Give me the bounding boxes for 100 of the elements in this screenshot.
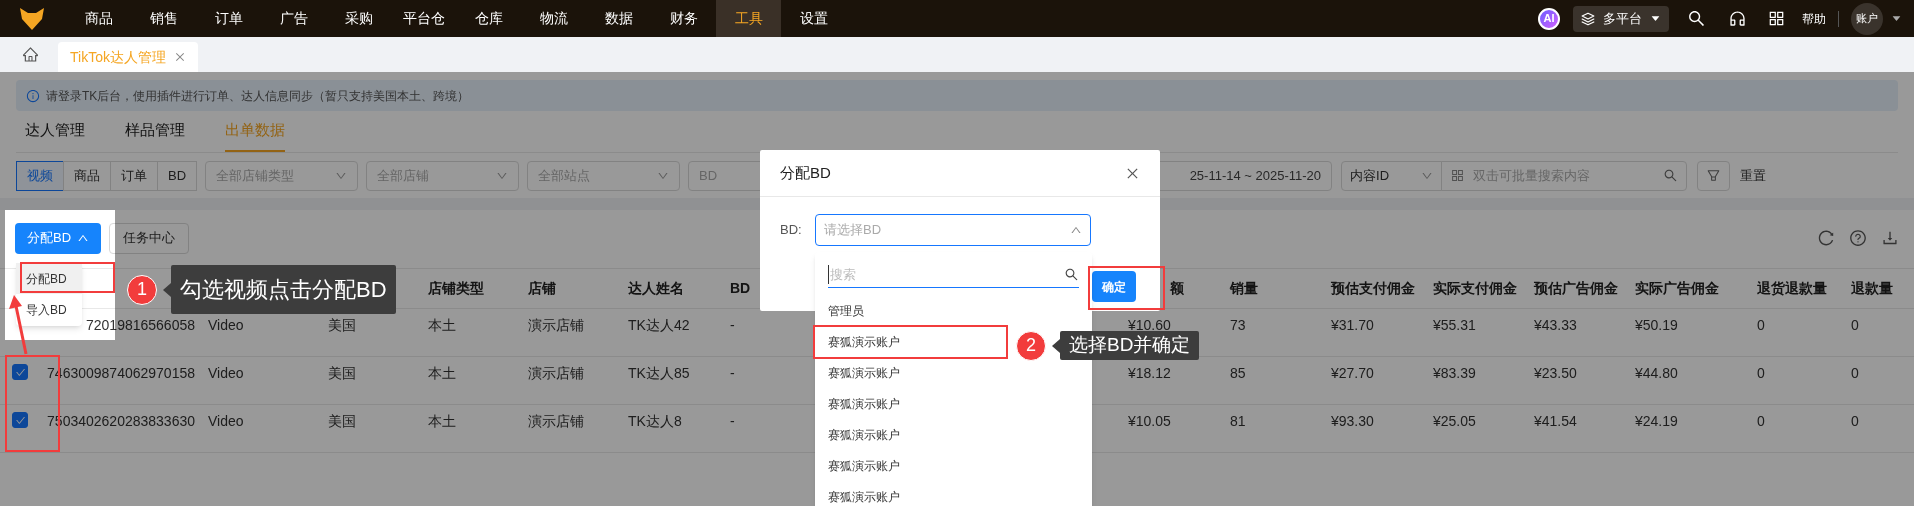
table-cell-text: Video: [208, 412, 244, 431]
table-cell-text: ¥10.05: [1128, 412, 1171, 431]
row-checkbox[interactable]: [12, 364, 28, 380]
table-cell-text: 0: [1851, 364, 1859, 383]
table-cell-text: 演示店铺: [528, 364, 584, 383]
help-link[interactable]: 帮助: [1802, 9, 1826, 28]
table-cell-text: ¥24.19: [1635, 412, 1678, 431]
grid-icon[interactable]: [1767, 9, 1786, 28]
nav-item[interactable]: 广告: [261, 0, 326, 37]
reset-link[interactable]: 重置: [1740, 165, 1767, 186]
table-cell-text: ¥31.70: [1331, 316, 1374, 335]
dropdown-option[interactable]: 赛狐演示账户: [824, 392, 904, 415]
table-cell-text: ¥55.31: [1433, 316, 1476, 335]
nav-item[interactable]: 商品: [66, 0, 131, 37]
row-checkbox[interactable]: [12, 412, 28, 428]
table-cell-text: ¥41.54: [1534, 412, 1577, 431]
nav-item[interactable]: 销售: [131, 0, 196, 37]
table-cell-text: Video: [208, 316, 244, 335]
fox-logo-icon[interactable]: [19, 6, 45, 31]
column-header: 预估广告佣金: [1534, 279, 1618, 298]
table-cell-text: ¥93.30: [1331, 412, 1374, 431]
menu-item[interactable]: 导入BD: [16, 294, 82, 325]
table-cell-text: 0: [1757, 364, 1765, 383]
assign-bd-button[interactable]: 分配BD: [15, 222, 102, 254]
search-icon: [1064, 267, 1079, 282]
table-cell-text: 本土: [428, 412, 456, 431]
dropdown-option[interactable]: 赛狐演示账户: [824, 361, 904, 384]
headset-icon[interactable]: [1728, 9, 1747, 28]
column-header: 店铺: [528, 279, 556, 298]
table-cell-text: 演示店铺: [528, 412, 584, 431]
column-header: 实际支付佣金: [1433, 279, 1517, 298]
filter-button[interactable]: [1697, 160, 1731, 191]
check-icon: [14, 414, 26, 426]
step-callout: 勾选视频点击分配BD: [163, 265, 396, 314]
table-cell-text: Video: [208, 364, 244, 383]
filter-icon: [1706, 168, 1722, 183]
task-center-button[interactable]: 任务中心: [109, 222, 190, 254]
chevron-up-icon: [1070, 224, 1082, 236]
table-cell-text: 73: [1230, 316, 1246, 335]
segment-button[interactable]: BD: [157, 160, 198, 191]
table-cell-text: ¥83.39: [1433, 364, 1476, 383]
table-cell-text: ¥44.80: [1635, 364, 1678, 383]
search-icon[interactable]: [1687, 9, 1706, 28]
table-cell-text: 85: [1230, 364, 1246, 383]
table-cell-text: ¥18.12: [1128, 364, 1171, 383]
column-header: 退款量: [1851, 279, 1893, 298]
platform-dropdown[interactable]: 多平台: [1573, 5, 1669, 32]
download-icon[interactable]: [1881, 229, 1899, 247]
nav-item[interactable]: 平台仓: [391, 0, 456, 37]
dropdown-option[interactable]: 赛狐演示账户: [824, 330, 904, 353]
segment-button[interactable]: 商品: [63, 160, 111, 191]
notice-text: 请登录TK后台，使用插件进行订单、达人信息同步（暂只支持美国本土、跨境）: [46, 87, 470, 105]
segment-button[interactable]: 订单: [110, 160, 158, 191]
nav-item[interactable]: 财务: [651, 0, 716, 37]
caret-icon[interactable]: [1891, 13, 1902, 24]
column-header: 预估支付佣金: [1331, 279, 1415, 298]
nav-item[interactable]: 仓库: [456, 0, 521, 37]
ai-badge[interactable]: AI: [1538, 7, 1560, 30]
nav-item[interactable]: 采购: [326, 0, 391, 37]
help-icon[interactable]: [1849, 229, 1867, 247]
caret-icon: [1650, 13, 1661, 24]
arrow: [9, 295, 28, 355]
nav-item[interactable]: 数据: [586, 0, 651, 37]
table-cell-text: 演示店铺: [528, 316, 584, 335]
check-icon: [14, 366, 26, 378]
nav-item[interactable]: 工具: [716, 0, 781, 37]
dropdown-option[interactable]: 赛狐演示账户: [824, 485, 904, 506]
dropdown-option[interactable]: 赛狐演示账户: [824, 423, 904, 446]
home-icon[interactable]: [22, 46, 39, 63]
table-cell-text: -: [730, 316, 735, 335]
confirm-button[interactable]: 确定: [1092, 271, 1136, 302]
table-cell-text: ¥43.33: [1534, 316, 1577, 335]
table-cell-text: 美国: [328, 364, 356, 383]
refresh-icon[interactable]: [1817, 229, 1835, 247]
table-cell-text: ¥50.19: [1635, 316, 1678, 335]
table-cell-text: 0: [1757, 316, 1765, 335]
dialog-title: 分配BD: [780, 162, 831, 183]
column-header: BD: [730, 279, 751, 298]
dropdown-option[interactable]: 赛狐演示账户: [824, 454, 904, 477]
table-cell-text: -: [730, 364, 735, 383]
table-cell-text: 0: [1851, 316, 1859, 335]
sub-tab[interactable]: 达人管理: [25, 118, 85, 152]
search-type-select[interactable]: 内容ID: [1341, 160, 1443, 191]
nav-item[interactable]: 物流: [521, 0, 586, 37]
dropdown-option[interactable]: 管理员: [824, 299, 868, 322]
sub-tab[interactable]: 样品管理: [125, 118, 185, 152]
table-cell-text: 本土: [428, 316, 456, 335]
table-cell-text: 本土: [428, 364, 456, 383]
table-cell-text: ¥27.70: [1331, 364, 1374, 383]
column-header: 销量: [1230, 279, 1258, 298]
table-cell-text: 美国: [328, 412, 356, 431]
table-cell-text: TK达人42: [628, 316, 690, 335]
column-header: 店铺类型: [428, 279, 484, 298]
account-avatar[interactable]: 账户: [1851, 2, 1883, 35]
nav-item[interactable]: 设置: [781, 0, 846, 37]
table-cell-text: 美国: [328, 316, 356, 335]
column-header: 实际广告佣金: [1635, 279, 1719, 298]
search-icon: [1663, 168, 1679, 183]
table-cell-text: TK达人85: [628, 364, 690, 383]
nav-item[interactable]: 订单: [196, 0, 261, 37]
